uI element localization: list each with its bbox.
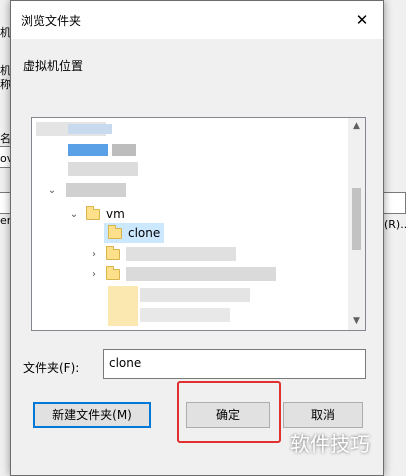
blurred-label xyxy=(66,183,126,197)
chevron-right-icon[interactable]: › xyxy=(88,249,100,260)
blurred-tree-item xyxy=(68,124,112,134)
tree-item-vm[interactable]: ⌄ vm xyxy=(68,204,125,224)
folder-icon xyxy=(86,205,100,220)
folder-field-label: 文件夹(F): xyxy=(23,361,80,375)
watermark-text: 软件技巧 xyxy=(290,432,370,456)
blurred-tree-item xyxy=(140,288,250,302)
dialog-title: 浏览文件夹 xyxy=(21,14,82,28)
bg-input xyxy=(384,192,406,214)
blurred-tree-item xyxy=(112,144,136,156)
new-folder-button[interactable]: 新建文件夹(M) xyxy=(33,402,151,428)
scrollbar-thumb[interactable] xyxy=(352,188,361,250)
tree-item-label: vm xyxy=(106,207,125,221)
tree-scrollbar[interactable]: ▲ ▼ xyxy=(348,118,365,330)
tree-item-blurred[interactable]: › xyxy=(88,244,236,264)
blurred-label xyxy=(126,267,276,281)
blurred-tree-item xyxy=(140,308,230,322)
chevron-right-icon[interactable]: › xyxy=(88,269,100,280)
title-bar[interactable]: 浏览文件夹 ✕ xyxy=(11,1,383,39)
browse-folder-dialog: 浏览文件夹 ✕ 虚拟机位置 ⌄ ⌄ vm clone › › ▲ ▼ 文件夹(F… xyxy=(10,0,384,476)
folder-tree[interactable]: ⌄ ⌄ vm clone › › ▲ ▼ xyxy=(31,117,366,331)
folder-icon xyxy=(106,265,120,280)
folder-input[interactable]: clone xyxy=(103,349,366,379)
folder-icon xyxy=(106,245,120,260)
blurred-tree-item xyxy=(68,144,108,156)
blurred-tree-item xyxy=(68,162,138,176)
scroll-down-icon[interactable]: ▼ xyxy=(348,313,365,330)
blurred-tree-item xyxy=(108,286,138,326)
chevron-down-icon[interactable]: ⌄ xyxy=(68,209,80,220)
bg-browse-button-text: (R)... xyxy=(384,218,406,231)
chevron-down-icon[interactable]: ⌄ xyxy=(46,185,58,196)
tree-item-blurred[interactable]: ⌄ xyxy=(46,180,126,200)
dialog-prompt: 虚拟机位置 xyxy=(23,59,84,73)
blurred-label xyxy=(126,247,236,261)
background-window-right: (R)... xyxy=(384,0,406,476)
close-icon[interactable]: ✕ xyxy=(349,7,375,33)
tree-item-clone[interactable]: clone xyxy=(104,223,165,243)
scroll-up-icon[interactable]: ▲ xyxy=(348,118,365,135)
annotation-highlight-box xyxy=(177,381,281,443)
folder-icon xyxy=(108,224,122,239)
tree-item-blurred[interactable]: › xyxy=(88,264,276,284)
tree-item-label: clone xyxy=(128,226,161,240)
cancel-button[interactable]: 取消 xyxy=(283,402,363,428)
